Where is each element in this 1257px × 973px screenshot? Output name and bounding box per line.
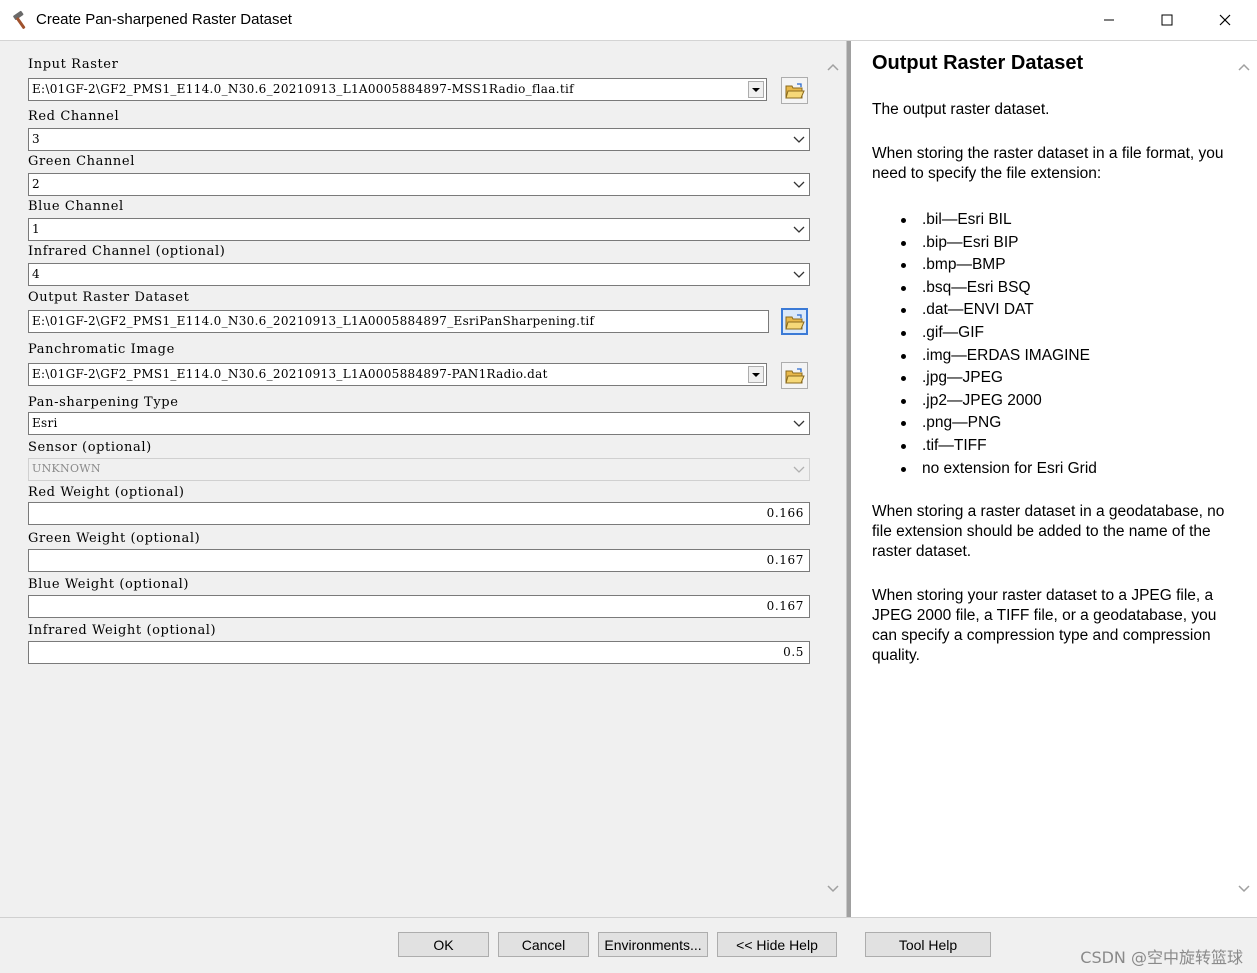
open-folder-icon [784, 367, 805, 383]
blue-weight-input[interactable]: 0.167 [28, 595, 810, 618]
input-raster-combobox[interactable]: E:\01GF-2\GF2_PMS1_E114.0_N30.6_20210913… [28, 78, 767, 101]
minimize-icon [1104, 19, 1114, 21]
chevron-down-icon [752, 373, 760, 377]
green-weight-label: Green Weight (optional) [28, 531, 201, 546]
output-raster-label: Output Raster Dataset [28, 290, 190, 305]
close-icon [1219, 14, 1231, 26]
tool-help-button[interactable]: Tool Help [865, 932, 991, 957]
help-paragraph-3: When storing a raster dataset in a geoda… [872, 503, 1225, 560]
maximize-button[interactable] [1138, 0, 1196, 40]
help-paragraph-1: The output raster dataset. [872, 101, 1050, 118]
scroll-up-icon[interactable] [1238, 63, 1250, 71]
red-weight-label: Red Weight (optional) [28, 485, 185, 500]
cancel-button[interactable]: Cancel [498, 932, 589, 957]
blue-weight-label: Blue Weight (optional) [28, 577, 190, 592]
maximize-icon [1161, 14, 1173, 26]
infrared-weight-label: Infrared Weight (optional) [28, 623, 217, 638]
list-item: .bil—Esri BIL [901, 209, 1097, 232]
scroll-down-icon[interactable] [1238, 885, 1250, 893]
panchromatic-combobox[interactable]: E:\01GF-2\GF2_PMS1_E114.0_N30.6_20210913… [28, 363, 767, 386]
help-paragraph-4: When storing your raster dataset to a JP… [872, 587, 1217, 664]
red-channel-label: Red Channel [28, 109, 120, 124]
minimize-button[interactable] [1080, 0, 1138, 40]
chevron-down-icon [793, 420, 805, 427]
sensor-label: Sensor (optional) [28, 440, 152, 455]
window-title: Create Pan-sharpened Raster Dataset [36, 11, 292, 28]
hide-help-button[interactable]: << Hide Help [717, 932, 837, 957]
environments-button[interactable]: Environments... [598, 932, 708, 957]
list-item: .tif—TIFF [901, 435, 1097, 458]
panchromatic-browse-button[interactable] [781, 362, 808, 389]
panchromatic-dropdown-button[interactable] [748, 366, 764, 383]
list-item: .jpg—JPEG [901, 367, 1097, 390]
hammer-icon [13, 10, 26, 29]
open-folder-icon [784, 313, 805, 329]
red-weight-input[interactable]: 0.166 [28, 502, 810, 525]
help-paragraph-2: When storing the raster dataset in a fil… [872, 145, 1224, 182]
open-folder-icon [784, 82, 805, 98]
panchromatic-label: Panchromatic Image [28, 342, 175, 357]
infrared-channel-select[interactable]: 4 [28, 263, 810, 286]
list-item: .dat—ENVI DAT [901, 299, 1097, 322]
list-item: .png—PNG [901, 412, 1097, 435]
infrared-channel-label: Infrared Channel (optional) [28, 244, 226, 259]
red-channel-select[interactable]: 3 [28, 128, 810, 151]
blue-channel-label: Blue Channel [28, 199, 124, 214]
help-title: Output Raster Dataset [872, 52, 1084, 74]
blue-channel-select[interactable]: 1 [28, 218, 810, 241]
parameters-panel: Input Raster E:\01GF-2\GF2_PMS1_E114.0_N… [2, 41, 846, 917]
list-item: .bip—Esri BIP [901, 232, 1097, 255]
list-item: .img—ERDAS IMAGINE [901, 345, 1097, 368]
input-raster-dropdown-button[interactable] [748, 81, 764, 98]
list-item: .gif—GIF [901, 322, 1097, 345]
parameters-scrollbar[interactable] [822, 41, 844, 917]
scroll-up-icon[interactable] [827, 63, 839, 71]
list-item: .bmp—BMP [901, 254, 1097, 277]
button-bar: OK Cancel Environments... << Hide Help T… [0, 917, 1257, 973]
chevron-down-icon [752, 88, 760, 92]
output-raster-browse-button[interactable] [781, 308, 808, 335]
sensor-select: UNKNOWN [28, 458, 810, 481]
pan-type-select[interactable]: Esri [28, 412, 810, 435]
input-raster-browse-button[interactable] [781, 77, 808, 104]
green-channel-select[interactable]: 2 [28, 173, 810, 196]
pan-type-label: Pan-sharpening Type [28, 395, 179, 410]
close-button[interactable] [1196, 0, 1254, 40]
input-raster-label: Input Raster [28, 57, 119, 72]
chevron-down-icon [793, 466, 805, 473]
green-channel-label: Green Channel [28, 154, 135, 169]
green-weight-input[interactable]: 0.167 [28, 549, 810, 572]
list-item: .jp2—JPEG 2000 [901, 390, 1097, 413]
list-item: .bsq—Esri BSQ [901, 277, 1097, 300]
infrared-weight-input[interactable]: 0.5 [28, 641, 810, 664]
chevron-down-icon [793, 226, 805, 233]
watermark: CSDN @空中旋转篮球 [1080, 948, 1243, 967]
extension-list: .bil—Esri BIL .bip—Esri BIP .bmp—BMP .bs… [901, 209, 1097, 480]
output-raster-input[interactable]: E:\01GF-2\GF2_PMS1_E114.0_N30.6_20210913… [28, 310, 769, 333]
scroll-down-icon[interactable] [827, 885, 839, 893]
help-scrollbar[interactable] [1233, 41, 1255, 917]
list-item: no extension for Esri Grid [901, 458, 1097, 481]
ok-button[interactable]: OK [398, 932, 489, 957]
chevron-down-icon [793, 181, 805, 188]
chevron-down-icon [793, 136, 805, 143]
chevron-down-icon [793, 271, 805, 278]
help-panel: Output Raster Dataset The output raster … [851, 41, 1257, 917]
title-bar: Create Pan-sharpened Raster Dataset [0, 0, 1257, 41]
